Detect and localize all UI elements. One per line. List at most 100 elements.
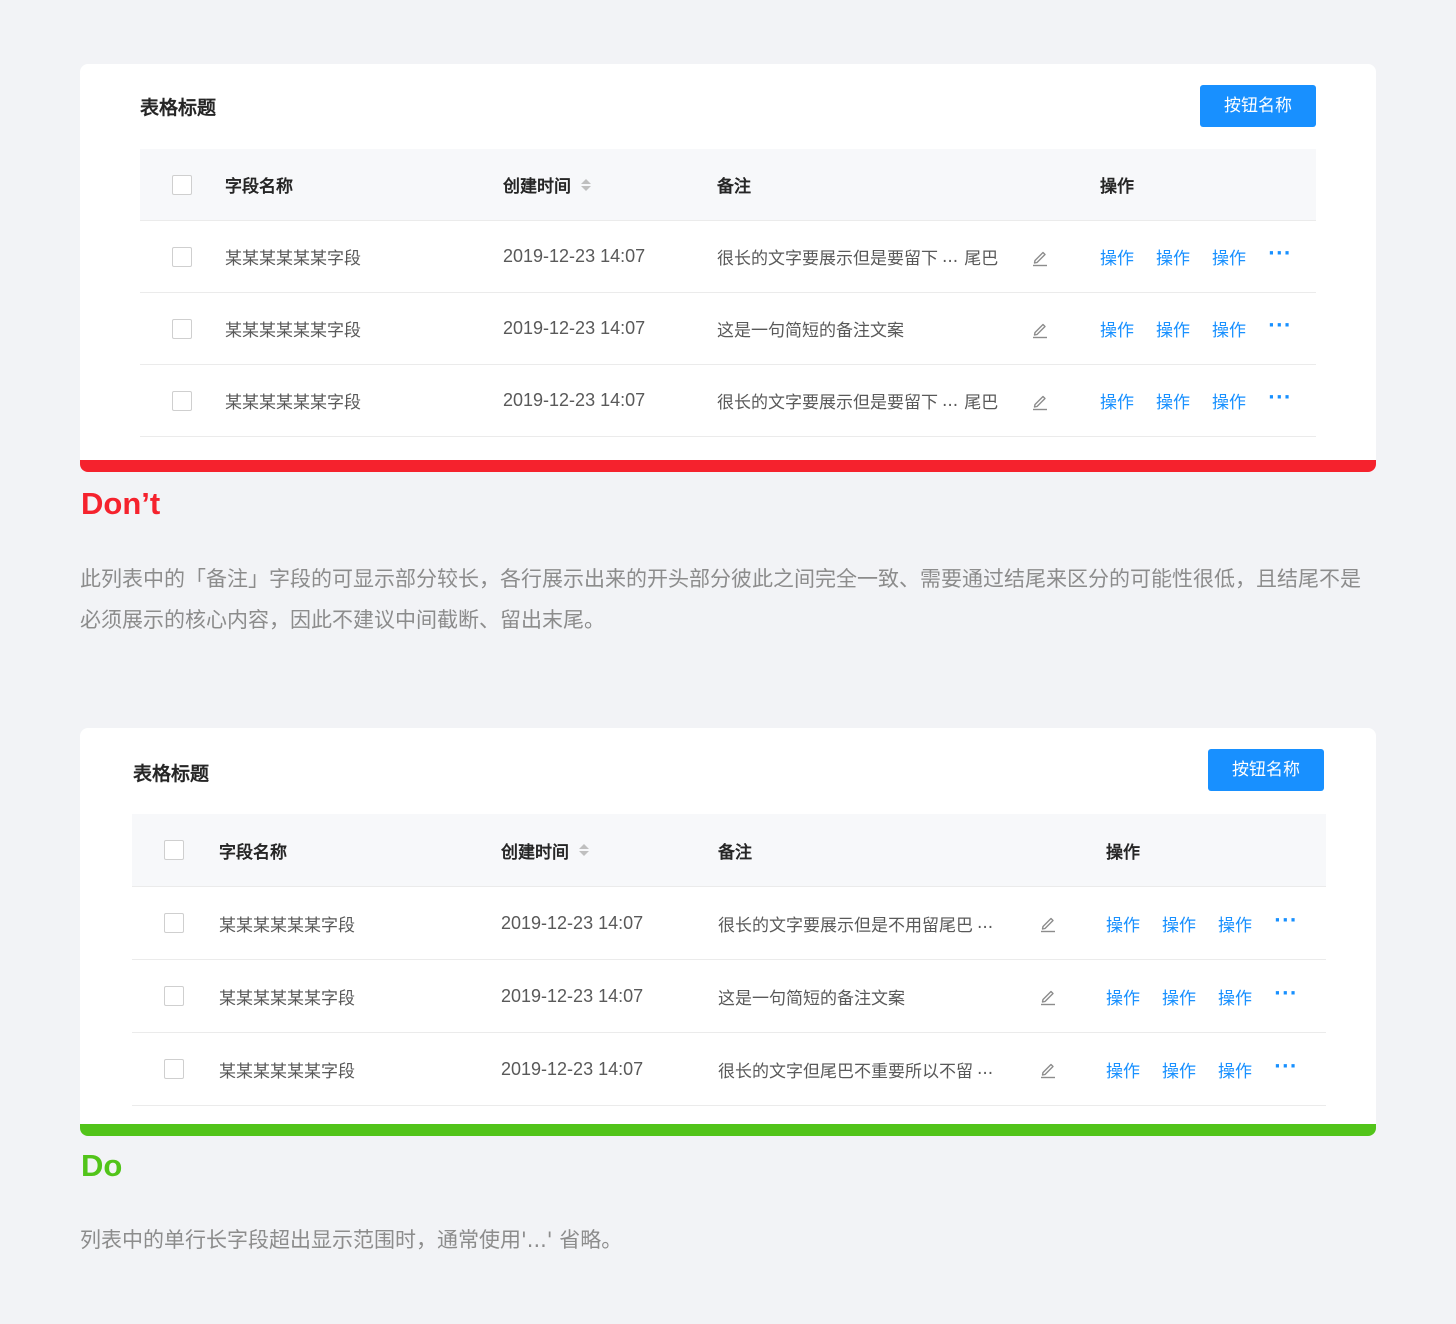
edit-pencil-icon[interactable]	[1030, 365, 1050, 436]
row-field-name: 某某某某某某字段	[219, 988, 355, 1009]
row-created-time: 2019-12-23 14:07	[503, 318, 646, 338]
row-checkbox[interactable]	[172, 246, 192, 267]
row-action-link[interactable]: 操作	[1100, 388, 1134, 413]
do-indicator-bar	[80, 1124, 1376, 1136]
row-checkbox[interactable]	[164, 913, 184, 933]
row-actions: 操作 操作 操作 ···	[1106, 887, 1298, 959]
row-action-link[interactable]: 操作	[1162, 1057, 1196, 1082]
column-header-name: 字段名称	[219, 842, 287, 863]
row-created-time: 2019-12-23 14:07	[501, 985, 644, 1006]
dont-indicator-bar	[80, 460, 1376, 472]
edit-pencil-icon[interactable]	[1038, 1033, 1058, 1105]
row-note-ellipsis: ...	[942, 246, 959, 267]
row-action-link[interactable]: 操作	[1156, 316, 1190, 341]
row-action-link[interactable]: 操作	[1100, 316, 1134, 341]
primary-button[interactable]: 按钮名称	[1208, 749, 1324, 791]
row-note-text: 很长的文字要展示但是要留下	[717, 249, 938, 269]
row-note: 这是一句简短的备注文案	[718, 960, 1028, 1032]
row-action-link[interactable]: 操作	[1106, 911, 1140, 936]
data-table: 字段名称 创建时间 备注 操作 某某某某某某字段 2019-12-23 14:0…	[132, 814, 1326, 1106]
edit-pencil-icon[interactable]	[1038, 960, 1058, 1032]
row-created-time: 2019-12-23 14:07	[503, 390, 646, 410]
more-ellipsis-icon[interactable]: ···	[1274, 983, 1298, 1004]
row-field-name: 某某某某某某字段	[225, 321, 361, 341]
do-example-card: 表格标题 按钮名称 字段名称 创建时间 备注 操作 某某某某某某字段 2019-…	[80, 728, 1376, 1136]
edit-pencil-icon[interactable]	[1030, 221, 1050, 292]
row-note-text: 很长的文字要展示但是不用留尾巴	[718, 915, 973, 936]
row-action-link[interactable]: 操作	[1212, 316, 1246, 341]
row-actions: 操作 操作 操作 ···	[1106, 1033, 1298, 1105]
row-created-time: 2019-12-23 14:07	[501, 1058, 644, 1079]
row-action-link[interactable]: 操作	[1106, 1057, 1140, 1082]
table-body: 某某某某某某字段 2019-12-23 14:07 很长的文字要展示但是要留下 …	[140, 221, 1316, 437]
row-field-name: 某某某某某某字段	[219, 915, 355, 936]
row-note-tail: 尾巴	[964, 393, 999, 413]
column-header-time-label: 创建时间	[503, 177, 571, 197]
row-note: 很长的文字要展示但是要留下 ... 尾巴	[717, 221, 1022, 292]
table-row: 某某某某某某字段 2019-12-23 14:07 这是一句简短的备注文案 操作…	[140, 293, 1316, 365]
primary-button[interactable]: 按钮名称	[1200, 85, 1316, 127]
column-header-time-label: 创建时间	[501, 842, 569, 863]
row-note: 很长的文字要展示但是要留下 ... 尾巴	[717, 365, 1022, 436]
dont-example-card: 表格标题 按钮名称 字段名称 创建时间 备注 操作 某某某某某某字段 2019-…	[80, 64, 1376, 472]
dont-description: 此列表中的「备注」字段的可显示部分较长，各行展示出来的开头部分彼此之间完全一致、…	[80, 567, 1361, 632]
row-note: 很长的文字但尾巴不重要所以不留 ...	[718, 1033, 1028, 1105]
row-action-link[interactable]: 操作	[1156, 244, 1190, 269]
edit-pencil-icon[interactable]	[1038, 887, 1058, 959]
column-header-ops: 操作	[1106, 842, 1140, 863]
select-all-checkbox[interactable]	[164, 840, 184, 860]
row-note-ellipsis: ...	[977, 1059, 994, 1079]
column-header-note: 备注	[718, 842, 752, 863]
more-ellipsis-icon[interactable]: ···	[1268, 243, 1292, 264]
row-note-text: 这是一句简短的备注文案	[718, 988, 905, 1009]
table-row: 某某某某某某字段 2019-12-23 14:07 这是一句简短的备注文案 操作…	[132, 960, 1326, 1033]
row-note: 这是一句简短的备注文案	[717, 293, 1022, 364]
edit-pencil-icon-graphic	[1033, 395, 1047, 410]
more-ellipsis-icon[interactable]: ···	[1268, 315, 1292, 336]
column-header-ops: 操作	[1100, 177, 1134, 197]
row-actions: 操作 操作 操作 ···	[1106, 960, 1298, 1032]
edit-pencil-icon[interactable]	[1030, 293, 1050, 364]
edit-pencil-icon-graphic	[1033, 251, 1047, 266]
edit-pencil-icon-graphic	[1041, 990, 1055, 1006]
row-action-link[interactable]: 操作	[1106, 984, 1140, 1009]
row-note: 很长的文字要展示但是不用留尾巴 ...	[718, 887, 1028, 959]
table-row: 某某某某某某字段 2019-12-23 14:07 很长的文字要展示但是要留下 …	[140, 365, 1316, 437]
select-all-checkbox[interactable]	[172, 174, 192, 195]
row-action-link[interactable]: 操作	[1100, 244, 1134, 269]
table-header-row: 字段名称 创建时间 备注 操作	[132, 814, 1326, 887]
row-checkbox[interactable]	[164, 986, 184, 1006]
edit-pencil-icon-graphic	[1033, 323, 1047, 338]
row-created-time: 2019-12-23 14:07	[501, 912, 644, 933]
row-checkbox[interactable]	[172, 390, 192, 411]
row-note-ellipsis: ...	[942, 390, 959, 411]
row-action-link[interactable]: 操作	[1156, 388, 1190, 413]
row-field-name: 某某某某某某字段	[225, 249, 361, 269]
table-header-row: 字段名称 创建时间 备注 操作	[140, 149, 1316, 221]
row-actions: 操作 操作 操作 ···	[1100, 221, 1292, 292]
row-action-link[interactable]: 操作	[1162, 984, 1196, 1009]
row-action-link[interactable]: 操作	[1218, 984, 1252, 1009]
row-note-tail: 尾巴	[964, 249, 999, 269]
column-header-time[interactable]: 创建时间	[501, 814, 589, 886]
row-note-ellipsis: ...	[977, 913, 994, 933]
column-header-note: 备注	[717, 177, 751, 197]
row-checkbox[interactable]	[172, 318, 192, 339]
row-checkbox[interactable]	[164, 1059, 184, 1079]
table-row: 某某某某某某字段 2019-12-23 14:07 很长的文字但尾巴不重要所以不…	[132, 1033, 1326, 1106]
row-action-link[interactable]: 操作	[1218, 911, 1252, 936]
more-ellipsis-icon[interactable]: ···	[1274, 1056, 1298, 1077]
more-ellipsis-icon[interactable]: ···	[1268, 387, 1292, 408]
dont-label: Don’t	[81, 486, 161, 521]
row-action-link[interactable]: 操作	[1212, 244, 1246, 269]
edit-pencil-icon-graphic	[1041, 917, 1055, 933]
column-header-time[interactable]: 创建时间	[503, 149, 591, 220]
row-action-link[interactable]: 操作	[1218, 1057, 1252, 1082]
more-ellipsis-icon[interactable]: ···	[1274, 910, 1298, 931]
row-action-link[interactable]: 操作	[1162, 911, 1196, 936]
table-title: 表格标题	[140, 97, 217, 119]
sort-caret-icon[interactable]	[581, 178, 591, 191]
sort-caret-icon[interactable]	[579, 844, 589, 856]
row-field-name: 某某某某某某字段	[219, 1061, 355, 1082]
row-action-link[interactable]: 操作	[1212, 388, 1246, 413]
